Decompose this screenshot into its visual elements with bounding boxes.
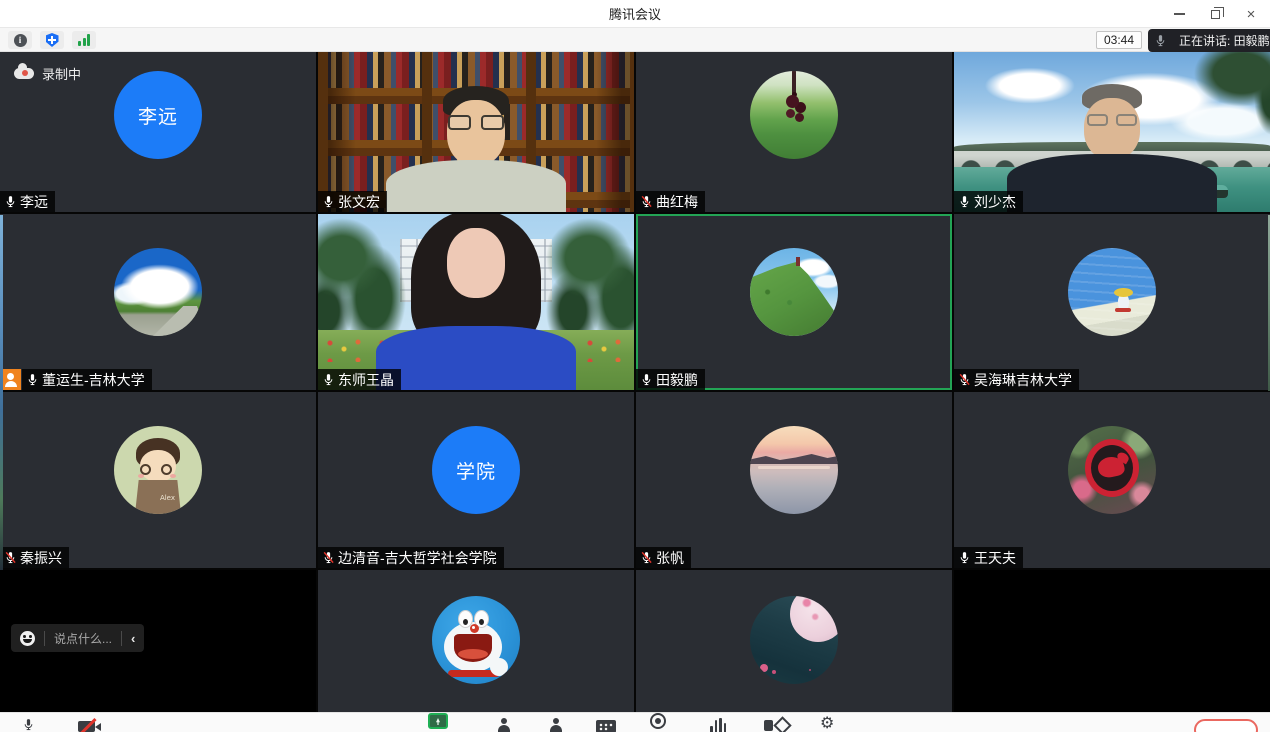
security-shield-icon[interactable]	[40, 31, 64, 49]
video-feed	[318, 214, 634, 390]
avatar	[1068, 426, 1156, 514]
camera-off-icon[interactable]	[78, 718, 104, 732]
invite-icon[interactable]	[548, 718, 564, 732]
cloud-recording-icon	[14, 68, 34, 79]
name-label: 秦振兴	[0, 547, 69, 568]
video-feed	[318, 52, 634, 212]
members-icon[interactable]	[496, 718, 512, 732]
name-label: 吴海琳吉林大学	[954, 369, 1079, 390]
mic-on-icon	[322, 195, 335, 208]
settings-gear-icon[interactable]: ⚙	[820, 715, 834, 731]
speaking-mic-icon	[1154, 34, 1167, 47]
avatar	[750, 248, 838, 336]
recording-label: 录制中	[42, 64, 81, 83]
info-icon[interactable]: i	[8, 31, 32, 49]
participant-tile-dongshiwangjing[interactable]: 东师王晶	[318, 214, 634, 390]
share-screen-icon[interactable]	[428, 713, 448, 729]
name-label: 张文宏	[318, 191, 387, 212]
avatar	[750, 71, 838, 159]
mic-on-icon	[958, 551, 971, 564]
participant-tile-bianqingyin[interactable]: 学院 边清音-吉大哲学社会学院	[318, 392, 634, 568]
empty-cell	[954, 570, 1270, 712]
avatar: 学院	[432, 426, 520, 514]
chat-quick-bar[interactable]: 说点什么... ‹	[11, 624, 144, 652]
avatar	[750, 426, 838, 514]
record-icon[interactable]	[650, 713, 666, 729]
avatar	[432, 596, 520, 684]
name-label: 东师王晶	[318, 369, 401, 390]
participant-tile-moon-avatar[interactable]	[636, 570, 952, 712]
participant-tile-wuhailin[interactable]: 吴海琳吉林大学	[954, 214, 1270, 390]
name-label: 张帆	[636, 547, 691, 568]
mic-on-icon	[322, 373, 335, 386]
collapse-chevron-icon[interactable]: ‹	[131, 631, 135, 646]
name-label: 边清音-吉大哲学社会学院	[318, 547, 504, 568]
mic-on-icon	[640, 373, 653, 386]
mic-muted-icon	[322, 551, 335, 564]
left-edge-video-sliver	[0, 215, 3, 570]
window-controls: ×	[1172, 0, 1262, 28]
participant-tile-quhongmei[interactable]: 曲红梅	[636, 52, 952, 212]
avatar	[1068, 248, 1156, 336]
close-icon[interactable]: ×	[1244, 7, 1258, 21]
meeting-window: 腾讯会议 × i 03:44 正在讲话: 田毅鹏 录制中 李远	[0, 0, 1270, 732]
maximize-icon[interactable]	[1208, 7, 1222, 21]
avatar: Alex	[114, 426, 202, 514]
avatar	[114, 248, 202, 336]
applause-icon[interactable]	[710, 718, 728, 732]
video-grid: 录制中 李远 李远 张文宏 曲红梅	[0, 52, 1270, 712]
participant-tile-doraemon-avatar[interactable]	[318, 570, 634, 712]
name-label: 李远	[0, 191, 55, 212]
participant-tile-qinzhenxing[interactable]: Alex 秦振兴	[0, 392, 316, 568]
status-bar: i 03:44 正在讲话: 田毅鹏	[0, 28, 1270, 52]
host-badge-icon	[0, 369, 21, 390]
divider	[44, 631, 45, 646]
mic-on-icon	[958, 195, 971, 208]
end-meeting-button[interactable]	[1194, 719, 1258, 732]
avatar	[750, 596, 838, 684]
status-icons: i	[8, 31, 96, 49]
participant-tile-dongyunsheng[interactable]: 董运生-吉林大学	[0, 214, 316, 390]
speaking-indicator: 正在讲话: 田毅鹏	[1148, 29, 1270, 52]
mic-on-icon	[26, 373, 39, 386]
participant-tile-liushaojie[interactable]: 刘少杰	[954, 52, 1270, 212]
microphone-icon[interactable]	[22, 718, 35, 731]
mic-on-icon	[4, 195, 17, 208]
divider	[121, 631, 122, 646]
name-label: 刘少杰	[954, 191, 1023, 212]
chat-input[interactable]: 说点什么...	[54, 630, 112, 647]
participant-tile-zhangwenhong[interactable]: 张文宏	[318, 52, 634, 212]
bottom-toolbar: ⚙	[0, 712, 1270, 732]
video-feed	[954, 52, 1270, 212]
window-title: 腾讯会议	[609, 4, 661, 23]
name-label: 王天夫	[954, 547, 1023, 568]
mic-muted-icon	[640, 551, 653, 564]
more-grid-icon[interactable]	[596, 720, 616, 732]
recording-badge: 录制中	[14, 64, 81, 83]
meeting-timer: 03:44	[1096, 31, 1142, 49]
minimize-icon[interactable]	[1172, 7, 1186, 21]
participant-tile-wangtianfu[interactable]: 王天夫	[954, 392, 1270, 568]
participant-tile-tianyipeng[interactable]: 田毅鹏	[636, 214, 952, 390]
participant-tile-zhangfan[interactable]: 张帆	[636, 392, 952, 568]
smiley-icon[interactable]	[20, 631, 35, 646]
speaking-label: 正在讲话: 田毅鹏	[1179, 32, 1270, 49]
apps-icon[interactable]	[764, 718, 786, 732]
participant-tile-liyuan[interactable]: 录制中 李远 李远	[0, 52, 316, 212]
name-label: 曲红梅	[636, 191, 705, 212]
empty-cell: 说点什么... ‹	[0, 570, 316, 712]
mic-muted-icon	[4, 551, 17, 564]
title-bar: 腾讯会议 ×	[0, 0, 1270, 28]
name-label: 董运生-吉林大学	[22, 369, 152, 390]
mic-muted-icon	[640, 195, 653, 208]
mic-muted-icon	[958, 373, 971, 386]
avatar: 李远	[114, 71, 202, 159]
network-signal-icon[interactable]	[72, 31, 96, 49]
name-label: 田毅鹏	[636, 369, 705, 390]
